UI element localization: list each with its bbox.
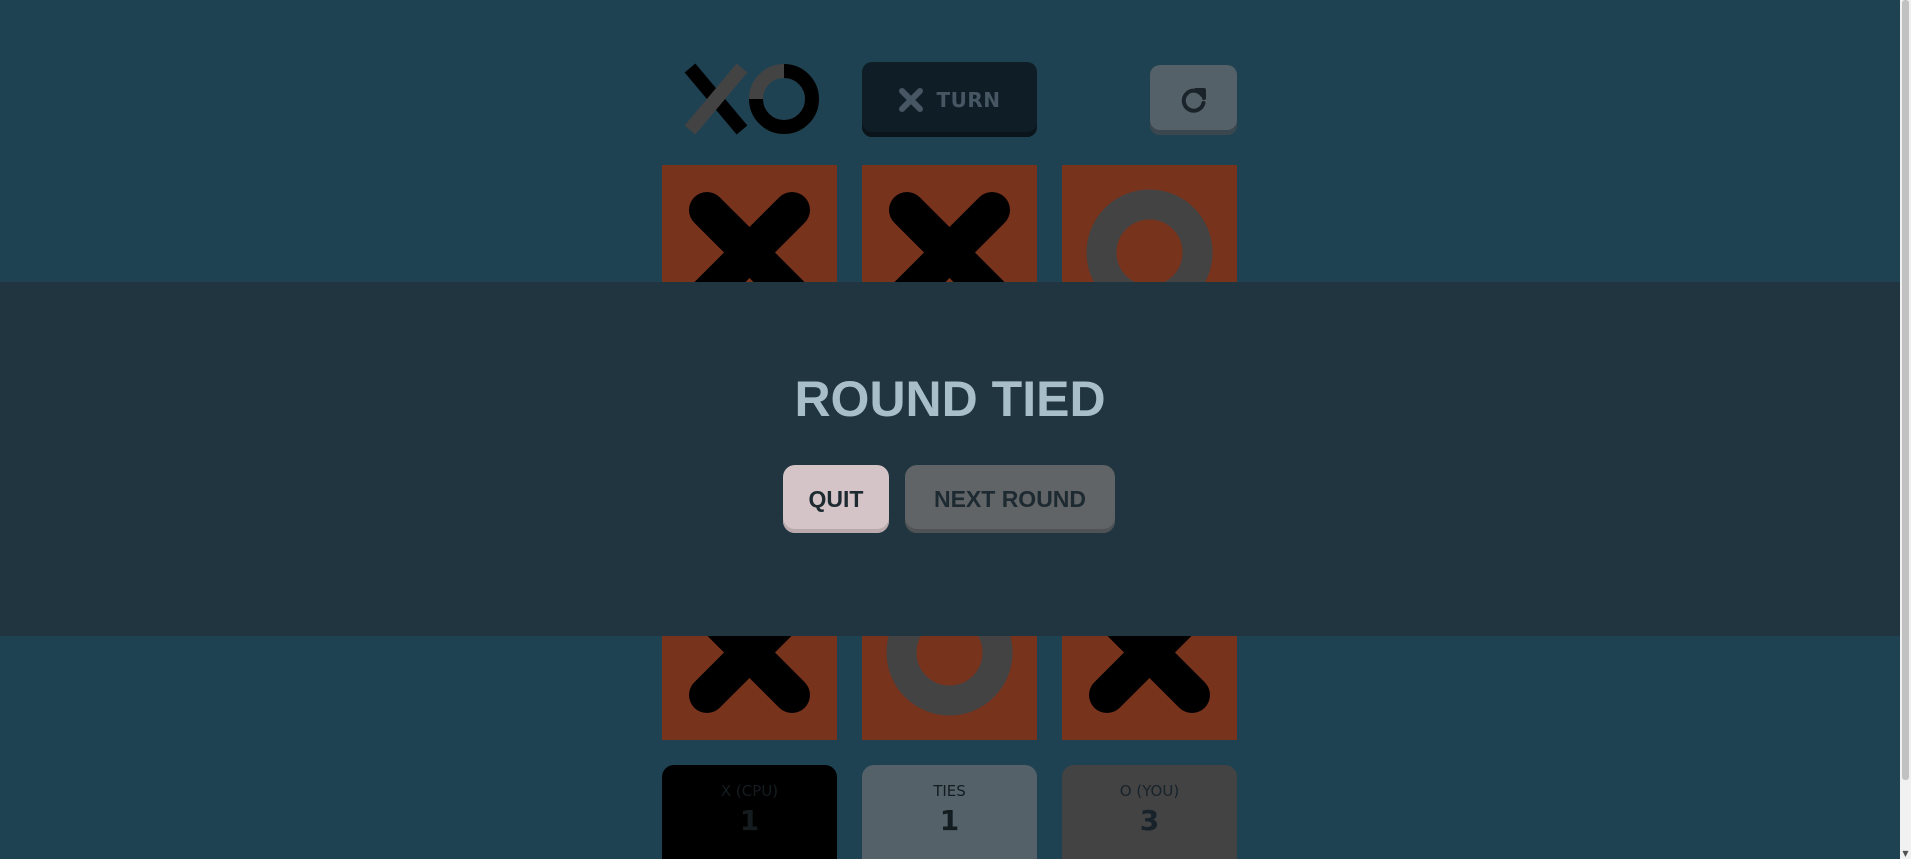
turn-indicator: TURN — [862, 62, 1037, 137]
score-x-label: X (CPU) — [720, 782, 779, 800]
restart-button[interactable] — [1150, 65, 1237, 135]
next-round-button[interactable]: NEXT ROUND — [905, 465, 1115, 533]
quit-button[interactable]: QUIT — [783, 465, 889, 533]
page-scrollbar[interactable]: ▲ ▼ — [1900, 0, 1911, 859]
score-ties-label: TIES — [933, 782, 966, 800]
game-screen: TURN X (CPU) 1 TIES 1 O (YOU) 3 ROUND TI… — [0, 0, 1911, 859]
turn-label: TURN — [936, 87, 1001, 112]
scroll-down-arrow-icon[interactable]: ▼ — [1900, 848, 1911, 859]
restart-icon — [1181, 88, 1206, 113]
round-result-modal: ROUND TIED QUIT NEXT ROUND — [0, 282, 1900, 636]
score-o-label: O (YOU) — [1119, 782, 1180, 800]
score-x-card: X (CPU) 1 — [662, 765, 837, 859]
score-o-card: O (YOU) 3 — [1062, 765, 1237, 859]
score-ties-value: 1 — [939, 804, 960, 837]
score-ties-card: TIES 1 — [862, 765, 1037, 859]
xo-logo-icon — [680, 58, 820, 140]
scroll-thumb[interactable] — [1902, 0, 1909, 780]
score-o-value: 3 — [1139, 804, 1160, 837]
modal-title: ROUND TIED — [794, 371, 1106, 427]
x-mark-icon — [899, 87, 924, 112]
score-x-value: 1 — [739, 804, 760, 837]
